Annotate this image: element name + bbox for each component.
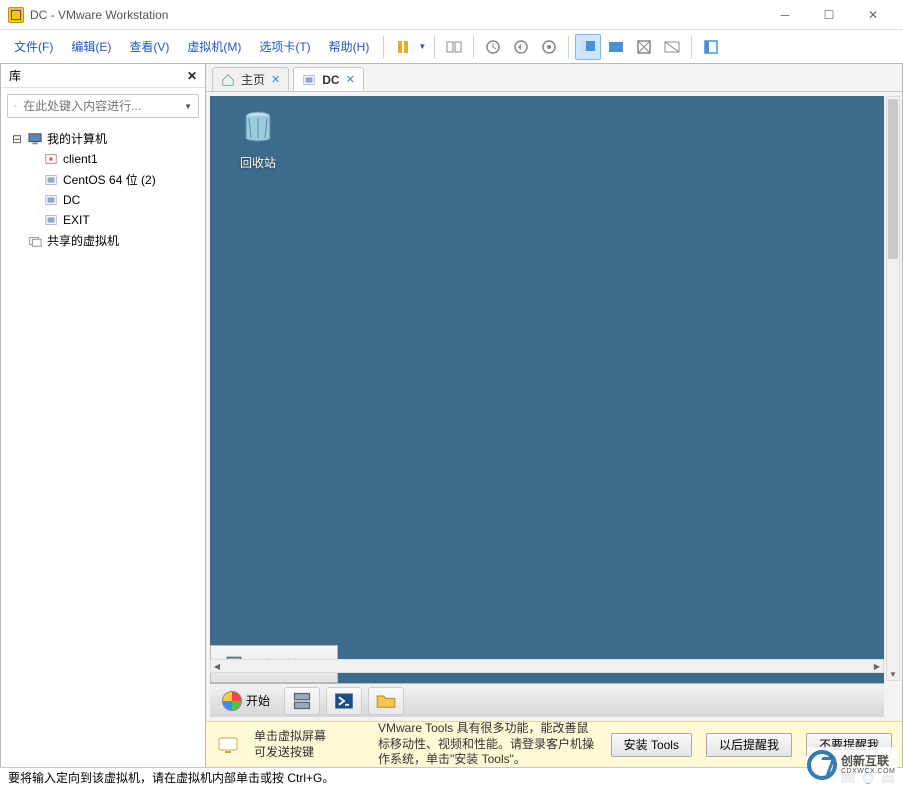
menu-file[interactable]: 文件(F) — [6, 34, 61, 59]
status-bar: 要将输入定向到该虚拟机，请在虚拟机内部单击或按 Ctrl+G。 — [0, 767, 903, 787]
search-input[interactable] — [23, 99, 178, 113]
tab-close-icon[interactable]: ✕ — [271, 73, 280, 86]
main-area: 库 ✕ ▼ ⊟ 我的计算机 client1 CentOS 64 位 (2) — [0, 64, 903, 767]
vertical-scrollbar[interactable]: ▲ ▼ — [886, 96, 900, 681]
tools-hint-bar: 单击虚拟屏幕 可发送按键 VMware Tools 具有很多功能，能改善鼠标移动… — [206, 721, 902, 767]
watermark-logo: 创新互联 CDXWCX.COM — [807, 747, 897, 783]
window-title: DC - VMware Workstation — [30, 8, 763, 22]
taskbar-server-manager[interactable] — [284, 687, 320, 715]
menu-help[interactable]: 帮助(H) — [321, 34, 378, 59]
tab-close-icon[interactable]: ✕ — [346, 73, 355, 86]
start-button[interactable]: 开始 — [214, 689, 278, 713]
tab-label: 主页 — [241, 71, 265, 88]
computer-icon — [27, 131, 43, 147]
power-dropdown[interactable]: ▼ — [418, 42, 428, 51]
menu-edit[interactable]: 编辑(E) — [63, 34, 119, 59]
tab-label: DC — [322, 73, 339, 87]
vm-view: 回收站 服务器管理器 开始 — [206, 92, 902, 721]
tab-home[interactable]: 主页 ✕ — [212, 67, 289, 91]
search-dropdown[interactable]: ▼ — [184, 102, 192, 111]
view-fullscreen-button[interactable] — [631, 34, 657, 60]
snapshot-button[interactable] — [480, 34, 506, 60]
tree-label: client1 — [63, 152, 98, 166]
menu-view[interactable]: 查看(V) — [121, 34, 177, 59]
hint-click-line1: 单击虚拟屏幕 — [254, 729, 364, 745]
revert-snapshot-button[interactable] — [508, 34, 534, 60]
powershell-icon — [334, 691, 354, 711]
home-icon — [221, 73, 235, 87]
watermark-line2: CDXWCX.COM — [841, 768, 895, 776]
guest-desktop[interactable]: 回收站 服务器管理器 开始 — [210, 96, 884, 717]
pause-vm-button[interactable] — [390, 34, 416, 60]
tree-label: 共享的虚拟机 — [47, 232, 119, 249]
tree-label: CentOS 64 位 (2) — [63, 171, 156, 188]
horizontal-scrollbar[interactable]: ◀ ▶ — [210, 659, 884, 673]
menu-vm[interactable]: 虚拟机(M) — [179, 34, 249, 59]
hint-click-line2: 可发送按键 — [254, 745, 364, 761]
vm-screen[interactable]: 回收站 服务器管理器 开始 — [210, 96, 884, 717]
watermark-icon — [807, 750, 837, 780]
tree-my-computer[interactable]: ⊟ 我的计算机 — [5, 128, 201, 149]
watermark-line1: 创新互联 — [841, 755, 895, 768]
install-tools-button[interactable]: 安装 Tools — [611, 733, 692, 757]
guest-taskbar: 开始 — [210, 683, 884, 717]
menu-bar: 文件(F) 编辑(E) 查看(V) 虚拟机(M) 选项卡(T) 帮助(H) ▼ — [0, 30, 903, 64]
vm-icon — [302, 73, 316, 87]
remind-later-button[interactable]: 以后提醒我 — [706, 733, 792, 757]
hint-icon — [216, 734, 240, 756]
maximize-button[interactable]: ☐ — [807, 1, 851, 29]
tab-dc[interactable]: DC ✕ — [293, 67, 364, 91]
snapshot-manager-button[interactable] — [536, 34, 562, 60]
library-tree: ⊟ 我的计算机 client1 CentOS 64 位 (2) DC EXIT — [1, 124, 205, 767]
library-search[interactable]: ▼ — [7, 94, 199, 118]
folder-icon — [376, 691, 396, 711]
view-unity-button[interactable] — [659, 34, 685, 60]
recycle-bin-label: 回收站 — [228, 154, 288, 171]
tree-vm-centos[interactable]: CentOS 64 位 (2) — [5, 169, 201, 190]
content-pane: 主页 ✕ DC ✕ 回收站 — [206, 64, 903, 767]
title-bar: DC - VMware Workstation ─ ☐ ✕ — [0, 0, 903, 30]
hint-message: VMware Tools 具有很多功能，能改善鼠标移动性、视频和性能。请登录客户… — [378, 721, 597, 768]
recycle-bin[interactable]: 回收站 — [228, 108, 288, 171]
windows-orb-icon — [222, 691, 242, 711]
tree-vm-dc[interactable]: DC — [5, 190, 201, 210]
view-thumbnail-button[interactable] — [603, 34, 629, 60]
shared-icon — [27, 233, 43, 249]
server-manager-icon — [292, 691, 312, 711]
vm-icon — [43, 151, 59, 167]
tab-bar: 主页 ✕ DC ✕ — [206, 64, 902, 92]
tree-label: EXIT — [63, 213, 90, 227]
status-text: 要将输入定向到该虚拟机，请在虚拟机内部单击或按 Ctrl+G。 — [8, 769, 334, 786]
scroll-thumb[interactable] — [888, 99, 898, 259]
search-icon — [14, 100, 17, 112]
library-sidebar: 库 ✕ ▼ ⊟ 我的计算机 client1 CentOS 64 位 (2) — [0, 64, 206, 767]
menu-tabs[interactable]: 选项卡(T) — [251, 34, 318, 59]
minimize-button[interactable]: ─ — [763, 1, 807, 29]
tree-vm-exit[interactable]: EXIT — [5, 210, 201, 230]
taskbar-powershell[interactable] — [326, 687, 362, 715]
tree-vm-client1[interactable]: client1 — [5, 149, 201, 169]
vm-icon — [43, 192, 59, 208]
recycle-bin-icon — [237, 108, 279, 150]
library-close-button[interactable]: ✕ — [187, 69, 197, 83]
library-toggle-button[interactable] — [698, 34, 724, 60]
view-console-button[interactable] — [575, 34, 601, 60]
library-title: 库 — [9, 67, 21, 84]
scroll-left-icon[interactable]: ◀ — [210, 660, 224, 672]
send-cad-button[interactable] — [441, 34, 467, 60]
vm-icon — [43, 172, 59, 188]
start-label: 开始 — [246, 692, 270, 709]
tree-label: 我的计算机 — [47, 130, 107, 147]
vm-icon — [43, 212, 59, 228]
taskbar-explorer[interactable] — [368, 687, 404, 715]
close-button[interactable]: ✕ — [851, 1, 895, 29]
app-icon — [8, 7, 24, 23]
tree-shared-vms[interactable]: 共享的虚拟机 — [5, 230, 201, 251]
scroll-right-icon[interactable]: ▶ — [870, 660, 884, 672]
scroll-down-icon[interactable]: ▼ — [887, 667, 899, 681]
tree-label: DC — [63, 193, 80, 207]
